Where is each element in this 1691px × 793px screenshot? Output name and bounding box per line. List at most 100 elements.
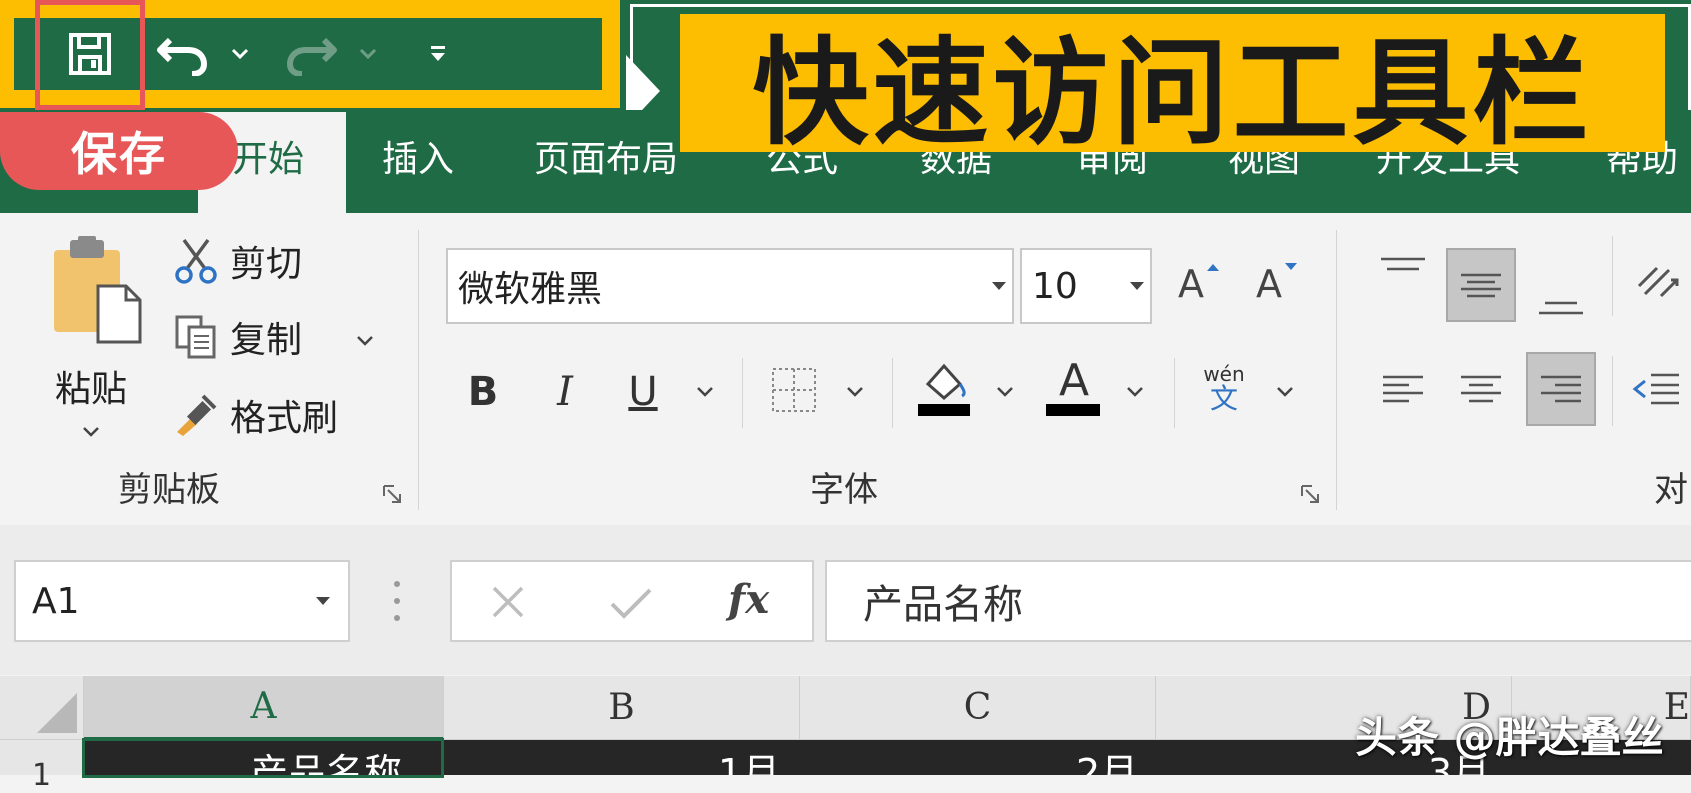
chevron-down-icon: [357, 336, 373, 346]
banner-title: 快速访问工具栏: [752, 26, 1593, 161]
borders-icon: [772, 368, 816, 412]
cell-c1-text: 2月: [1076, 751, 1139, 775]
check-icon[interactable]: [608, 584, 654, 622]
copy-label: 复制: [230, 320, 303, 361]
redo-icon: [286, 37, 337, 76]
underline-button[interactable]: U: [618, 362, 668, 422]
format-painter-label: 格式刷: [230, 398, 339, 439]
decrease-indent-icon: [1632, 373, 1679, 405]
chevron-down-icon: [359, 48, 377, 60]
font-name-combo[interactable]: 微软雅黑: [446, 248, 1014, 324]
decrease-font-label: A: [1256, 262, 1282, 306]
alignment-group-label: 对: [1654, 470, 1688, 510]
font-group-label: 字体: [810, 470, 878, 510]
column-header-a[interactable]: A: [84, 676, 444, 740]
dropdown-arrow-icon: [1130, 282, 1144, 290]
group-separator: [418, 230, 419, 510]
chevron-down-icon: [231, 48, 249, 60]
redo-button[interactable]: [280, 18, 342, 90]
redo-dropdown[interactable]: [356, 18, 380, 90]
increase-font-button[interactable]: A: [1178, 262, 1222, 312]
scissors-icon: [172, 238, 220, 284]
paste-icon: [54, 236, 142, 344]
name-box[interactable]: A1: [14, 560, 350, 642]
caret-up-icon: [1207, 264, 1219, 271]
align-right-button[interactable]: [1526, 352, 1596, 426]
cell-b1[interactable]: 1月: [718, 740, 780, 775]
font-name-value: 微软雅黑: [458, 269, 603, 310]
chevron-down-icon[interactable]: [1276, 386, 1294, 398]
insert-function-button[interactable]: fx: [728, 576, 769, 623]
cut-button[interactable]: 剪切: [172, 238, 302, 285]
format-painter-button[interactable]: 格式刷: [172, 392, 339, 439]
save-tooltip-bubble: 保存: [0, 112, 238, 190]
font-size-combo[interactable]: 10: [1020, 248, 1152, 324]
splitter-handle-icon[interactable]: [392, 578, 402, 624]
row-header-1[interactable]: 1: [0, 740, 84, 793]
select-all-triangle-icon: [37, 693, 77, 733]
align-center-button[interactable]: [1446, 352, 1516, 426]
formula-buttons: fx: [450, 560, 814, 642]
chevron-down-icon[interactable]: [1126, 386, 1144, 398]
copy-dropdown[interactable]: [356, 332, 374, 351]
chevron-down-icon[interactable]: [846, 386, 864, 398]
separator: [1612, 236, 1613, 316]
column-header-b[interactable]: B: [444, 676, 800, 740]
align-top-icon: [1381, 257, 1425, 271]
clipboard-group-label: 剪贴板: [118, 470, 220, 510]
chevron-down-icon[interactable]: [996, 386, 1014, 398]
caret-down-icon: [1285, 263, 1297, 270]
align-right-icon: [1541, 375, 1581, 403]
customize-qat-button[interactable]: [424, 18, 452, 90]
increase-font-label: A: [1178, 262, 1204, 306]
customize-dropdown-icon: [431, 46, 445, 61]
undo-button[interactable]: [152, 18, 214, 90]
font-size-value: 10: [1032, 265, 1078, 307]
separator: [1174, 358, 1175, 428]
phonetic-top-label: wén: [1203, 362, 1245, 386]
phonetic-guide-button[interactable]: wén 文: [1198, 364, 1250, 414]
separator: [742, 358, 743, 428]
cancel-icon[interactable]: [488, 582, 528, 622]
align-left-icon: [1383, 375, 1423, 403]
cell-c1[interactable]: 2月: [1076, 740, 1138, 775]
separator: [892, 358, 893, 428]
borders-button[interactable]: [770, 366, 818, 418]
paste-button[interactable]: 粘贴: [48, 236, 144, 437]
watermark: 头条 @胖达叠丝: [1355, 713, 1664, 762]
fill-color-button[interactable]: [916, 358, 972, 420]
dropdown-arrow-icon: [992, 282, 1006, 290]
paste-label: 粘贴: [54, 369, 127, 410]
phonetic-bottom-label: 文: [1209, 382, 1238, 415]
chevron-down-icon: [83, 427, 99, 437]
select-all-button[interactable]: [0, 676, 84, 740]
font-color-button[interactable]: A: [1046, 358, 1102, 416]
align-middle-button[interactable]: [1446, 248, 1516, 322]
separator: [1612, 356, 1613, 426]
dialog-launcher-icon[interactable]: [1300, 484, 1322, 506]
decrease-indent-button[interactable]: [1626, 352, 1686, 426]
paintbrush-icon: [172, 392, 220, 438]
align-center-icon: [1461, 375, 1501, 403]
dialog-launcher-icon[interactable]: [382, 484, 404, 506]
align-bottom-button[interactable]: [1526, 262, 1596, 336]
cell-b1-text: 1月: [718, 751, 781, 775]
undo-dropdown[interactable]: [228, 18, 252, 90]
tab-page-layout[interactable]: 页面布局: [534, 138, 678, 182]
tab-insert[interactable]: 插入: [382, 138, 454, 182]
chevron-down-icon[interactable]: [696, 386, 714, 398]
orientation-button[interactable]: [1626, 244, 1686, 318]
tab-home[interactable]: 开始: [232, 138, 304, 182]
banner-callout: 快速访问工具栏: [680, 14, 1665, 161]
formula-input[interactable]: 产品名称: [825, 560, 1691, 642]
align-top-button[interactable]: [1368, 236, 1438, 310]
bold-button[interactable]: B: [458, 362, 508, 422]
align-left-button[interactable]: [1368, 352, 1438, 426]
decrease-font-button[interactable]: A: [1256, 262, 1300, 312]
active-cell-border: [82, 738, 444, 778]
undo-icon: [157, 37, 208, 76]
copy-button[interactable]: 复制: [172, 314, 303, 361]
italic-button[interactable]: I: [540, 362, 590, 422]
dropdown-arrow-icon: [316, 597, 330, 605]
column-header-c[interactable]: C: [800, 676, 1156, 740]
